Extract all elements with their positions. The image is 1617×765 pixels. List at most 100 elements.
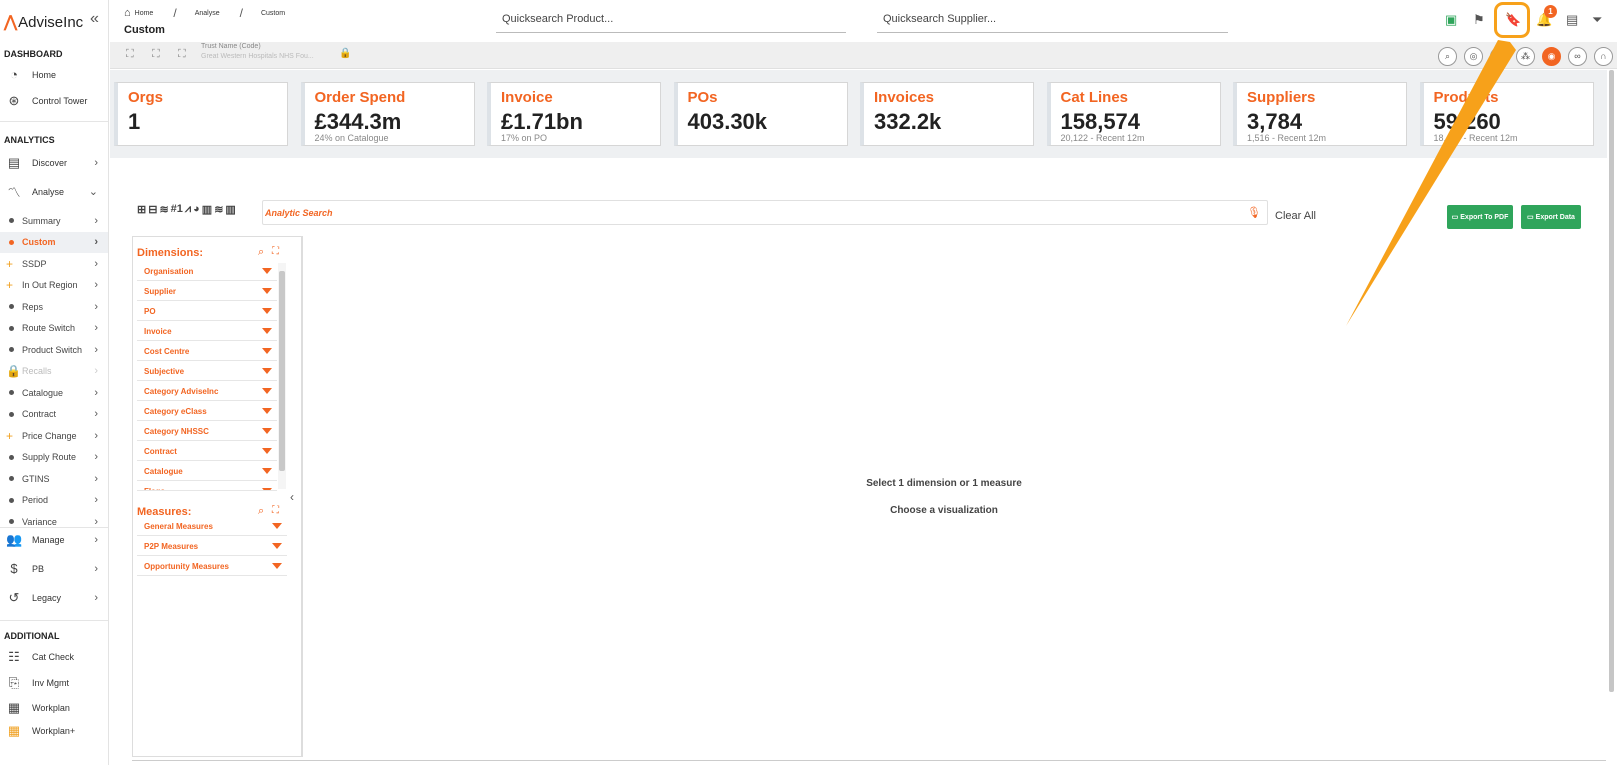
logo[interactable]: ⋀ AdviseInc: [4, 12, 83, 32]
measure-item[interactable]: General Measures: [137, 516, 287, 536]
dimension-item[interactable]: Catalogue: [137, 461, 277, 481]
kpi-card-products[interactable]: Products 59,260 18,449 - Recent 12m: [1419, 82, 1594, 146]
sidebar-item-home[interactable]: ◔ Home: [0, 64, 108, 85]
sidebar-subitem-in-out-region[interactable]: + In Out Region ›: [0, 275, 108, 296]
sidebar-subitem-contract[interactable]: Contract ›: [0, 404, 108, 425]
gift-icon[interactable]: ▣: [1445, 12, 1457, 28]
search-icon[interactable]: ⌕: [1438, 47, 1457, 66]
sidebar-item-analyse[interactable]: 〽 Analyse ⌄: [0, 181, 108, 202]
kpi-card-invoice[interactable]: Invoice £1.71bn 17% on PO: [487, 82, 661, 146]
dimension-item[interactable]: Organisation: [137, 261, 277, 281]
sidebar-item-workplan[interactable]: ▦ Workplan: [0, 697, 108, 718]
dimension-item[interactable]: Flags: [137, 481, 277, 491]
user-icon[interactable]: ●: [1490, 47, 1509, 66]
trend-icon[interactable]: ≋: [159, 203, 168, 216]
headset-icon[interactable]: ∩: [1594, 47, 1613, 66]
sidebar-item-legacy[interactable]: ↺ Legacy ›: [0, 587, 108, 608]
filter-icon[interactable]: ⏷: [1592, 12, 1602, 28]
export-data-button[interactable]: ▭ Export Data: [1521, 205, 1581, 229]
breadcrumb-analyse[interactable]: Analyse: [195, 10, 220, 17]
export-pdf-button[interactable]: ▭ Export To PDF: [1447, 205, 1513, 229]
kpi-card-order-spend[interactable]: Order Spend £344.3m 24% on Catalogue: [300, 82, 475, 146]
group-icon[interactable]: ⁂: [1516, 47, 1535, 66]
clipboard-icon[interactable]: ▤: [1566, 12, 1578, 28]
sidebar-subitem-gtins[interactable]: GTINS ›: [0, 468, 108, 489]
link-icon[interactable]: ∞: [1568, 47, 1587, 66]
sidebar-subitem-ssdp[interactable]: + SSDP ›: [0, 253, 108, 274]
dimension-item[interactable]: Invoice: [137, 321, 277, 341]
caret-down-icon[interactable]: [272, 523, 282, 529]
caret-down-icon[interactable]: [262, 448, 272, 454]
caret-down-icon[interactable]: [262, 308, 272, 314]
table-icon[interactable]: ⊞: [137, 203, 146, 216]
measure-settings-icon[interactable]: ⛶: [272, 505, 279, 516]
dimension-item[interactable]: Cost Centre: [137, 341, 277, 361]
breadcrumb-home[interactable]: Home: [135, 10, 154, 17]
breadcrumb-custom[interactable]: Custom: [261, 10, 285, 17]
scrollbar-thumb[interactable]: [279, 271, 285, 471]
caret-down-icon[interactable]: [262, 468, 272, 474]
dimensions-scrollbar[interactable]: [278, 263, 286, 489]
dimension-item[interactable]: PO: [137, 301, 277, 321]
sidebar-item-discover[interactable]: ▤ Discover ›: [0, 152, 108, 173]
sidebar-subitem-period[interactable]: Period ›: [0, 490, 108, 511]
measure-item[interactable]: P2P Measures: [137, 536, 287, 556]
dimension-item[interactable]: Category eClass: [137, 401, 277, 421]
kpi-card-suppliers[interactable]: Suppliers 3,784 1,516 - Recent 12m: [1233, 82, 1407, 146]
sidebar-subitem-price-change[interactable]: + Price Change ›: [0, 425, 108, 446]
caret-down-icon[interactable]: [262, 328, 272, 334]
sidebar-item-cat-check[interactable]: ☷ Cat Check: [0, 646, 108, 667]
caret-down-icon[interactable]: [262, 348, 272, 354]
select-icon[interactable]: ⛶: [126, 48, 134, 61]
dimension-settings-icon[interactable]: ⛶: [272, 246, 279, 257]
sidebar-subitem-reps[interactable]: Reps ›: [0, 296, 108, 317]
home-icon[interactable]: ⌂: [124, 7, 131, 19]
clear-all-button[interactable]: Clear All: [1275, 210, 1316, 222]
sidebar-subitem-catalogue[interactable]: Catalogue ›: [0, 382, 108, 403]
sidebar-item-pb[interactable]: $ PB ›: [0, 558, 108, 579]
page-scrollbar[interactable]: [1607, 70, 1617, 765]
bar-chart-icon[interactable]: ▥: [202, 203, 212, 216]
caret-down-icon[interactable]: [272, 543, 282, 549]
target-icon[interactable]: ◎: [1464, 47, 1483, 66]
caret-down-icon[interactable]: [262, 388, 272, 394]
trust-name-field[interactable]: Trust Name (Code) Great Western Hospital…: [201, 43, 351, 68]
settings-select-icon[interactable]: ⛶: [178, 48, 186, 61]
flag-icon[interactable]: ⚑: [1473, 12, 1485, 28]
area-chart-icon[interactable]: ≋: [214, 203, 223, 216]
sidebar-subitem-custom[interactable]: Custom ›: [0, 231, 108, 253]
collapse-sidebar-icon[interactable]: «: [90, 10, 99, 28]
caret-down-icon[interactable]: [262, 268, 272, 274]
pivot-icon[interactable]: ⊟: [148, 203, 157, 216]
dimension-item[interactable]: Supplier: [137, 281, 277, 301]
kpi-card-orgs[interactable]: Orgs 1: [114, 82, 288, 146]
eye-icon[interactable]: ◉: [1542, 47, 1561, 66]
dimension-item[interactable]: Category NHSSC: [137, 421, 277, 441]
chart-select-icon[interactable]: ⛶: [152, 48, 160, 61]
caret-down-icon[interactable]: [262, 288, 272, 294]
measure-item[interactable]: Opportunity Measures: [137, 556, 287, 576]
sidebar-subitem-supply-route[interactable]: Supply Route ›: [0, 447, 108, 468]
dimension-item[interactable]: Category AdviseInc: [137, 381, 277, 401]
kpi-card-invoices[interactable]: Invoices 332.2k: [860, 82, 1034, 146]
quicksearch-product-input[interactable]: Quicksearch Product...: [496, 8, 846, 33]
sidebar-subitem-summary[interactable]: Summary ›: [0, 210, 108, 231]
pie-chart-icon[interactable]: ◕: [193, 203, 200, 216]
dimension-item[interactable]: Subjective: [137, 361, 277, 381]
kpi-card-cat-lines[interactable]: Cat Lines 158,574 20,122 - Recent 12m: [1046, 82, 1221, 146]
caret-down-icon[interactable]: [272, 563, 282, 569]
sidebar-subitem-product-switch[interactable]: Product Switch ›: [0, 339, 108, 360]
quicksearch-supplier-input[interactable]: Quicksearch Supplier...: [877, 8, 1228, 33]
caret-down-icon[interactable]: [262, 428, 272, 434]
sidebar-item-manage[interactable]: 👥 Manage ›: [0, 529, 108, 550]
chevron-left-icon[interactable]: ‹: [290, 490, 294, 504]
sidebar-item-workplan-plus[interactable]: ▦ Workplan+: [0, 720, 108, 741]
sidebar-item-inv-mgmt[interactable]: ⎘ Inv Mgmt: [0, 672, 108, 693]
caret-down-icon[interactable]: [262, 408, 272, 414]
sidebar-item-control-tower[interactable]: ⊛ Control Tower: [0, 90, 108, 111]
column-chart-icon[interactable]: ▥: [225, 203, 235, 216]
sidebar-subitem-route-switch[interactable]: Route Switch ›: [0, 318, 108, 339]
lock-icon[interactable]: 🔒: [339, 48, 351, 59]
line-chart-icon[interactable]: ⩘: [185, 203, 191, 216]
caret-down-icon[interactable]: [262, 368, 272, 374]
